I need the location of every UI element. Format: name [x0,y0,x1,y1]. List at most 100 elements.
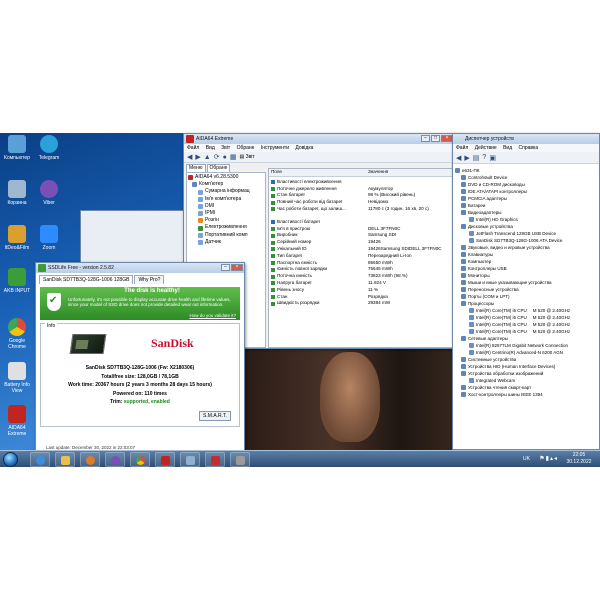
language-indicator[interactable]: UK [523,456,530,462]
device-category[interactable]: Системные устройства [455,356,599,363]
aida64-titlebar[interactable]: AIDA64 Extreme – □ × [184,134,454,144]
device-category[interactable]: Видеоадаптеры [455,209,599,216]
taskbar-item-device[interactable] [230,452,250,467]
device-category[interactable]: Переносные устройства [455,286,599,293]
desktop-icon-video[interactable]: ItDeo&Film [0,225,34,251]
device-category[interactable]: Сетевые адаптеры [455,335,599,342]
menu-file[interactable]: Файл [456,145,468,151]
table-row[interactable]: Стан батареї 98 % (Високий рівень) [269,192,453,199]
desktop-icon-akb[interactable]: AKB INPUT [0,268,34,294]
table-row[interactable]: Напруга батареї 11.924 V [269,280,453,287]
back-icon[interactable]: ◀ [187,153,192,161]
taskbar-item-explorer[interactable] [55,452,75,467]
user-icon[interactable]: ● [223,154,227,161]
tree-item[interactable]: Комп'ютер [188,181,264,188]
desktop-icon-computer[interactable]: Компьютер [0,135,34,161]
tree-item[interactable]: Портативний комп [188,232,264,239]
device-category[interactable]: PCMCIA адаптеры [455,195,599,202]
up-icon[interactable]: ▲ [204,154,211,161]
table-row[interactable]: Ім'я в пристрою DELL 3F7FN0C [269,226,453,233]
tree-item[interactable]: Розгін [188,217,264,224]
table-row[interactable]: Поточна ємність 73823 mWh (98 %) [269,273,453,280]
minimize-button[interactable]: – [221,264,230,271]
report-icon[interactable]: ▤ Звіт [239,154,254,160]
device-category[interactable]: IDE ATA/ATAPI контроллеры [455,188,599,195]
device-item[interactable]: Intel(R) Core(TM) i5 CPU M 520 @ 2.40GHz [455,307,599,314]
column-value[interactable]: Значення [366,169,453,176]
menu-tools[interactable]: Інструменти [261,145,289,151]
smart-button[interactable]: S.M.A.R.T. [199,411,231,421]
tree-item[interactable]: Ім'я комп'ютера [188,196,264,203]
taskbar-item-tool[interactable] [180,452,200,467]
device-item[interactable]: Intel(R) Centrino(R) Advanced-N 6200 AGN [455,349,599,356]
menu-action[interactable]: Действие [475,145,497,151]
desktop-icon-telegram[interactable]: Telegram [32,135,66,161]
clock[interactable]: 22:05 30.12.2022 [561,452,597,466]
tree-item[interactable]: Електроживлення [188,224,264,231]
device-category[interactable]: Порты (COM и LPT) [455,293,599,300]
forward-icon[interactable]: ▶ [464,154,469,162]
taskbar-item-media[interactable] [80,452,100,467]
volume-icon[interactable]: ◂ [554,456,558,462]
device-category[interactable]: Звуковые, видео и игровые устройства [455,244,599,251]
ssdlife-titlebar[interactable]: SSDLife Free - version 2.5.82 – × [36,263,244,273]
help-icon[interactable]: ? [482,154,486,161]
device-category[interactable]: DVD и CD-ROM дисководы [455,181,599,188]
desktop-icon-viber[interactable]: Viber [32,180,66,206]
device-category[interactable]: Устройства чтения смарт-карт [455,384,599,391]
close-button[interactable]: × [231,264,243,271]
menu-view[interactable]: Вид [206,145,215,151]
device-item[interactable]: Intel(R) Core(TM) i5 CPU M 520 @ 2.40GHz [455,328,599,335]
table-row[interactable]: Виробник Samsung SDI [269,232,453,239]
device-manager-titlebar[interactable]: Диспетчер устройств [453,134,599,144]
desktop-icon-chrome[interactable]: Google Chrome [0,318,34,350]
taskbar-item-viber[interactable] [105,452,125,467]
table-row[interactable]: Стан Розрядка [269,294,453,301]
device-item[interactable]: JetFlash Transcend 128GB USB Device [455,230,599,237]
taskbar-item-ssdlife[interactable] [205,452,225,467]
menu-help[interactable]: Справка [519,145,539,151]
device-category[interactable]: Батареи [455,202,599,209]
menu-file[interactable]: Файл [187,145,199,151]
menu-favorites[interactable]: Обране [237,145,255,151]
device-category[interactable]: Компьютер [455,258,599,265]
taskbar-item-aida64[interactable] [155,452,175,467]
maximize-button[interactable]: □ [431,135,440,142]
validate-link[interactable]: How do you validate it? [189,313,236,319]
tree-item[interactable]: IPMI [188,210,264,217]
device-item[interactable]: Intel(R) Core(TM) i5 CPU M 520 @ 2.40GHz [455,314,599,321]
device-category[interactable]: Контроллеры USB [455,265,599,272]
menu-help[interactable]: Довідка [295,145,313,151]
device-item[interactable]: Integrated Webcam [455,377,599,384]
device-item[interactable]: SanDisk SD7TB3Q-128G-1006 ATA Device [455,237,599,244]
table-row[interactable]: Швидкість розрядки 29384 mW [269,300,453,307]
device-category[interactable]: e631-ПК [455,167,599,174]
table-row[interactable]: Повний час роботи від батареї Невідомо [269,199,453,206]
column-field[interactable]: Поле [269,169,366,176]
table-row[interactable]: Тип батареї Перезарядний Li-Ion [269,253,453,260]
device-category[interactable]: Дисковые устройства [455,223,599,230]
start-button[interactable] [3,452,18,467]
table-row[interactable]: Рівень зносу 11 % [269,287,453,294]
device-category[interactable]: Мыши и иные указывающие устройства [455,279,599,286]
tree-item[interactable]: Сумарна інформац [188,188,264,195]
device-item[interactable]: Intel(R) 82577LM Gigabit Network Connect… [455,342,599,349]
desktop-icon-recycle-bin[interactable]: Корзина [0,180,34,206]
device-category[interactable]: ControlVault Device [455,174,599,181]
device-category[interactable]: Клавиатуры [455,251,599,258]
device-category[interactable]: Процессоры [455,300,599,307]
menu-report[interactable]: Звіт [221,145,230,151]
desktop-icon-zoom[interactable]: Zoom [32,225,66,251]
desktop-icon-aida64[interactable]: AIDA64 Extreme [0,405,34,437]
device-category[interactable]: Устройства обработки изображений [455,370,599,377]
table-row[interactable]: Поточне джерело живлення Акумулятор [269,186,453,193]
device-category[interactable]: Мониторы [455,272,599,279]
device-category[interactable]: Устройства HID (Human Interface Devices) [455,363,599,370]
tab-why-pro[interactable]: Why Pro? [134,275,165,284]
device-category[interactable]: Хост-контроллеры шины IEEE 1394 [455,391,599,398]
table-row[interactable]: Унікальний ID 19426Samsung SDIDELL 3F7FN0… [269,246,453,253]
tree-item[interactable]: DMI [188,203,264,210]
menu-view[interactable]: Вид [503,145,512,151]
desktop-icon-batteryinfo[interactable]: Battery Info View [0,362,34,394]
refresh-icon[interactable]: ⟳ [214,153,220,161]
